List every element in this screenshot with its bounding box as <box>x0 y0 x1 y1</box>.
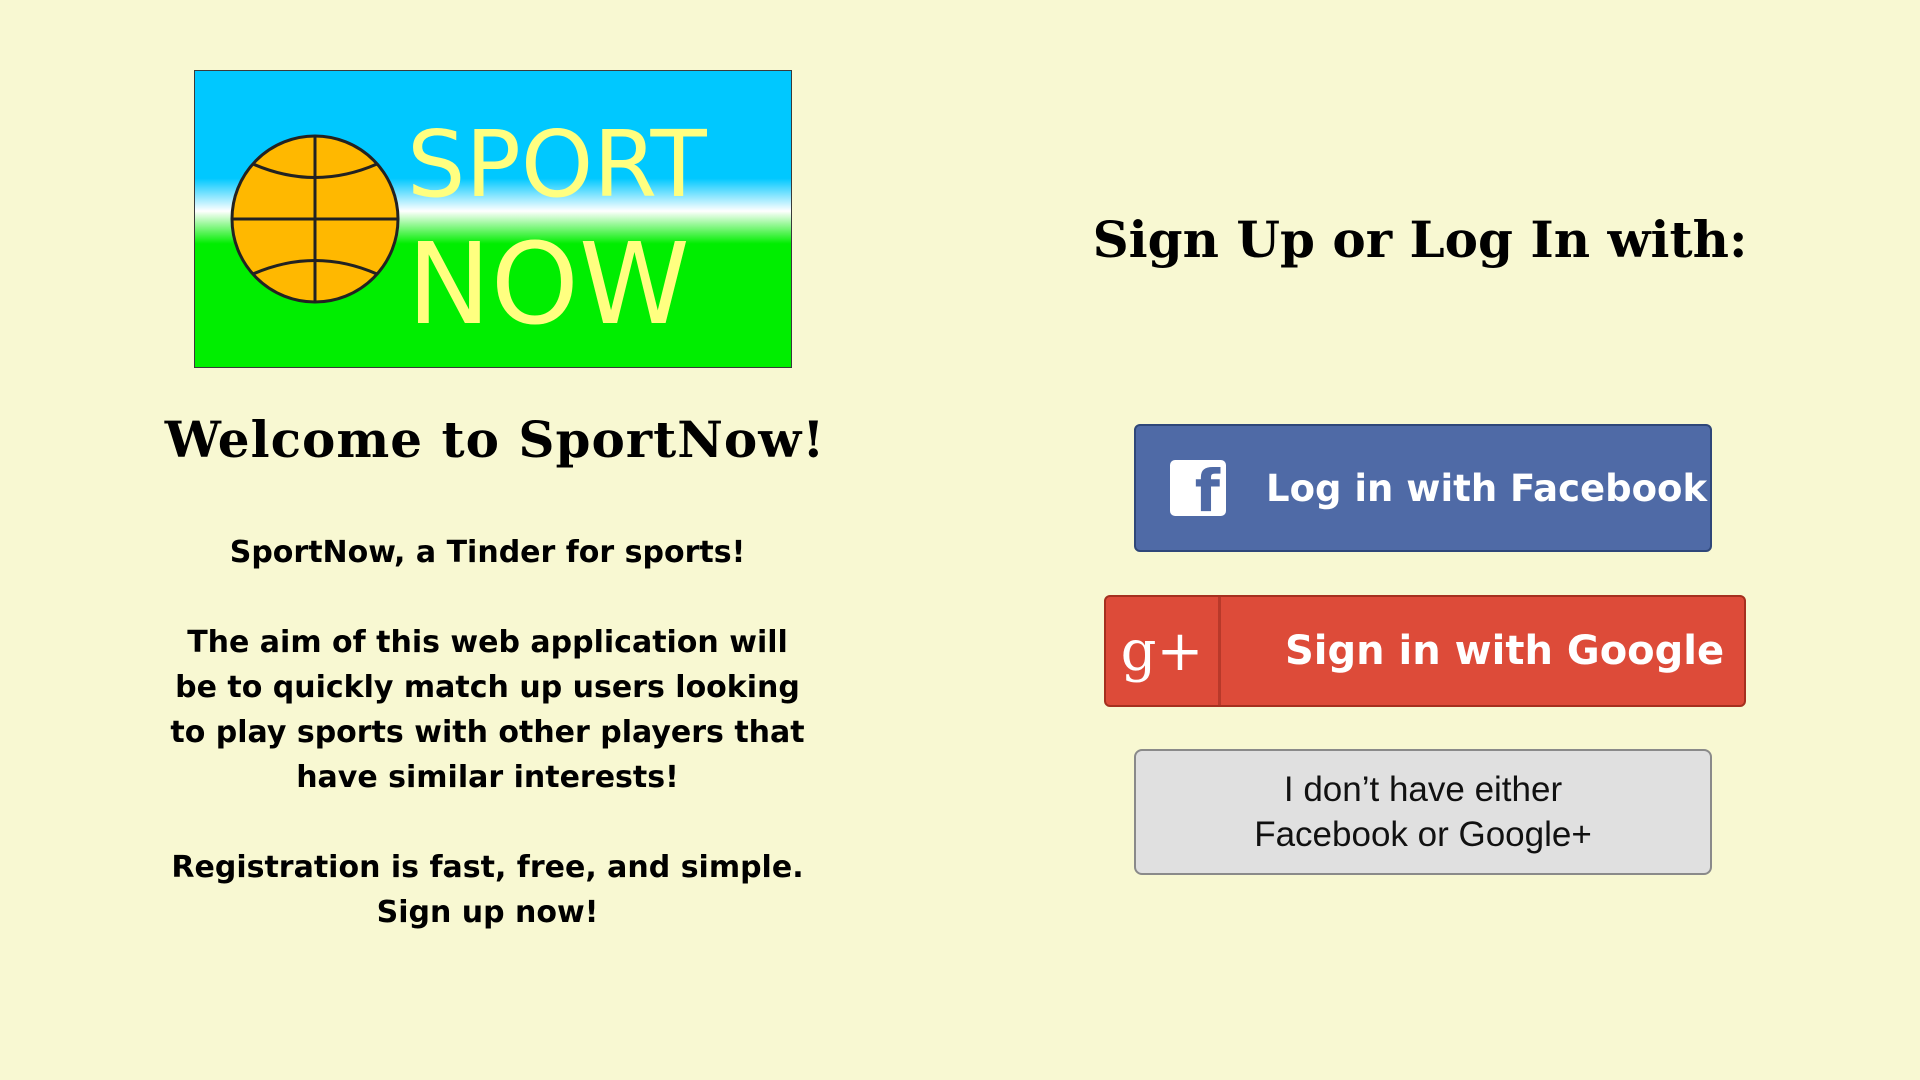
aim-line-4: have similar interests! <box>296 760 679 795</box>
logo-word-sport: SPORT <box>407 111 708 218</box>
logo-graphic: SPORT NOW <box>195 71 791 367</box>
sportnow-logo: SPORT NOW <box>194 70 792 368</box>
welcome-title: Welcome to SportNow! <box>164 410 826 469</box>
intro-text: SportNow, a Tinder for sports! The aim o… <box>160 530 815 935</box>
aim-line-3: to play sports with other players that <box>170 715 805 750</box>
no-account-button[interactable]: I don’t have either Facebook or Google+ <box>1134 749 1712 875</box>
aim-line-1: The aim of this web application will <box>187 625 788 660</box>
facebook-icon: f <box>1170 460 1226 520</box>
signup-heading: Sign Up or Log In with: <box>1092 210 1748 269</box>
google-plus-icon: g+ <box>1106 597 1221 705</box>
google-button-label: Sign in with Google <box>1285 628 1725 674</box>
tagline: SportNow, a Tinder for sports! <box>229 535 746 570</box>
basketball-icon <box>230 134 400 304</box>
no-account-line-1: I don’t have either <box>1283 770 1563 809</box>
aim-line-2: be to quickly match up users looking <box>175 670 800 705</box>
facebook-login-button[interactable]: f Log in with Facebook <box>1134 424 1712 552</box>
no-account-line-2: Facebook or Google+ <box>1254 815 1592 854</box>
facebook-button-label: Log in with Facebook <box>1266 466 1708 510</box>
logo-word-now: NOW <box>407 220 690 350</box>
google-signin-button[interactable]: g+ Sign in with Google <box>1104 595 1746 707</box>
registration-line-1: Registration is fast, free, and simple. <box>171 850 804 885</box>
registration-line-2: Sign up now! <box>376 895 599 930</box>
